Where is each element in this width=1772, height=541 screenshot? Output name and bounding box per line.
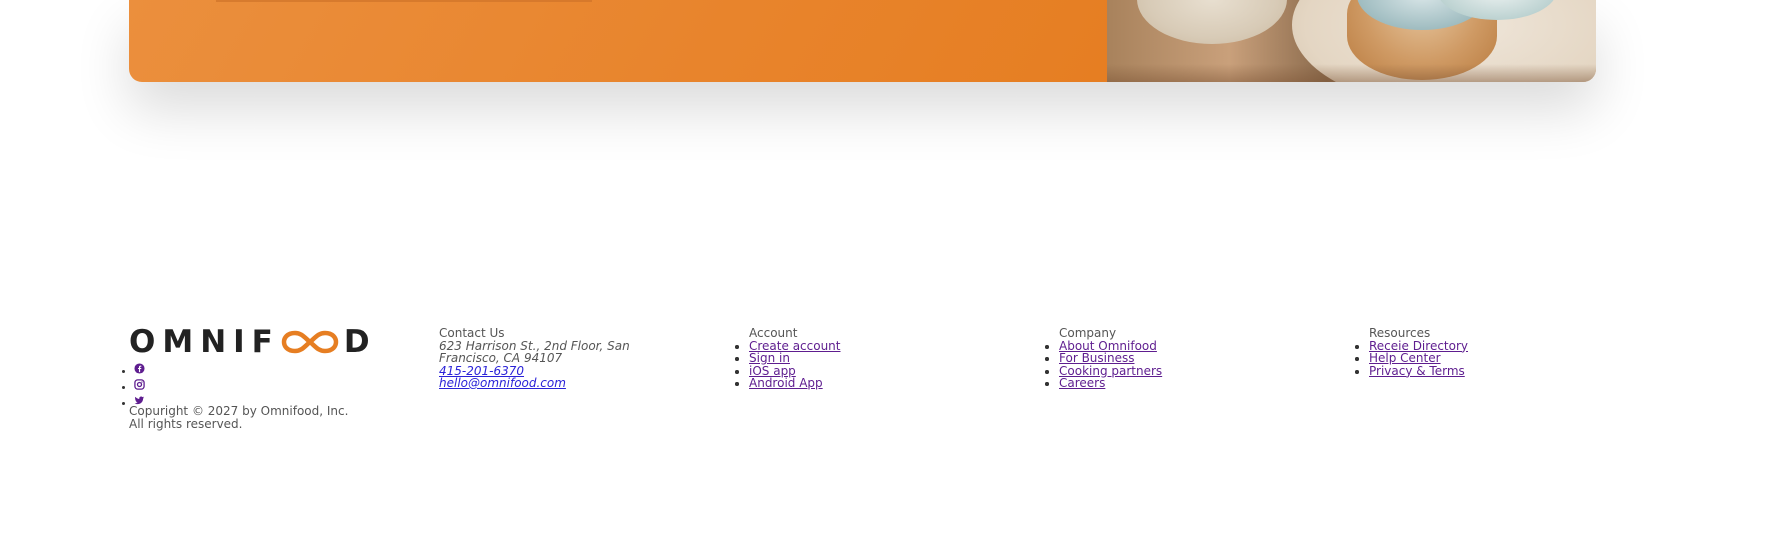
facebook-icon bbox=[134, 363, 145, 374]
android-app-link[interactable]: Android App bbox=[749, 376, 823, 390]
contact-address: 623 Harrison St., 2nd Floor, San Francis… bbox=[439, 339, 649, 390]
copyright-line-1: Copuright © 2027 by Omnifood, Inc. bbox=[129, 404, 349, 418]
footer-company-column: Company About Omnifood For Business Cook… bbox=[1045, 327, 1259, 390]
facebook-link[interactable] bbox=[134, 363, 145, 374]
instagram-icon bbox=[134, 379, 145, 390]
copyright-notice: Copuright © 2027 by Omnifood, Inc. All r… bbox=[129, 405, 359, 431]
list-item: Privacy & Terms bbox=[1355, 364, 1569, 378]
careers-link[interactable]: Careers bbox=[1059, 376, 1105, 390]
privacy-terms-link[interactable]: Privacy & Terms bbox=[1369, 364, 1465, 378]
social-item-instagram bbox=[134, 379, 145, 394]
social-item-facebook bbox=[134, 363, 145, 378]
logo-text-right: D bbox=[343, 324, 377, 360]
site-footer: OMNIF D • • • Copuright © 2027 by Omnifo… bbox=[0, 0, 1772, 541]
email-link[interactable]: hello@omnifood.com bbox=[439, 376, 566, 390]
footer-contact-column: Contact Us 623 Harrison St., 2nd Floor, … bbox=[439, 327, 649, 390]
company-links: About Omnifood For Business Cooking part… bbox=[1045, 339, 1259, 390]
list-item: Careers bbox=[1045, 376, 1259, 390]
instagram-link[interactable] bbox=[134, 379, 145, 390]
list-item: Android App bbox=[735, 376, 949, 390]
resources-links: Receie Directory Help Center Privacy & T… bbox=[1355, 339, 1569, 378]
infinity-logo-icon bbox=[281, 330, 339, 354]
footer-account-column: Account Create account Sign in iOS app A… bbox=[735, 327, 949, 390]
copyright-line-2: All rights reserved. bbox=[129, 417, 243, 431]
social-links bbox=[114, 362, 145, 410]
footer-resources-column: Resources Receie Directory Help Center P… bbox=[1355, 327, 1569, 378]
omnifood-logo[interactable]: OMNIF D bbox=[129, 324, 377, 360]
logo-text-left: OMNIF bbox=[129, 324, 280, 360]
account-links: Create account Sign in iOS app Android A… bbox=[735, 339, 949, 390]
